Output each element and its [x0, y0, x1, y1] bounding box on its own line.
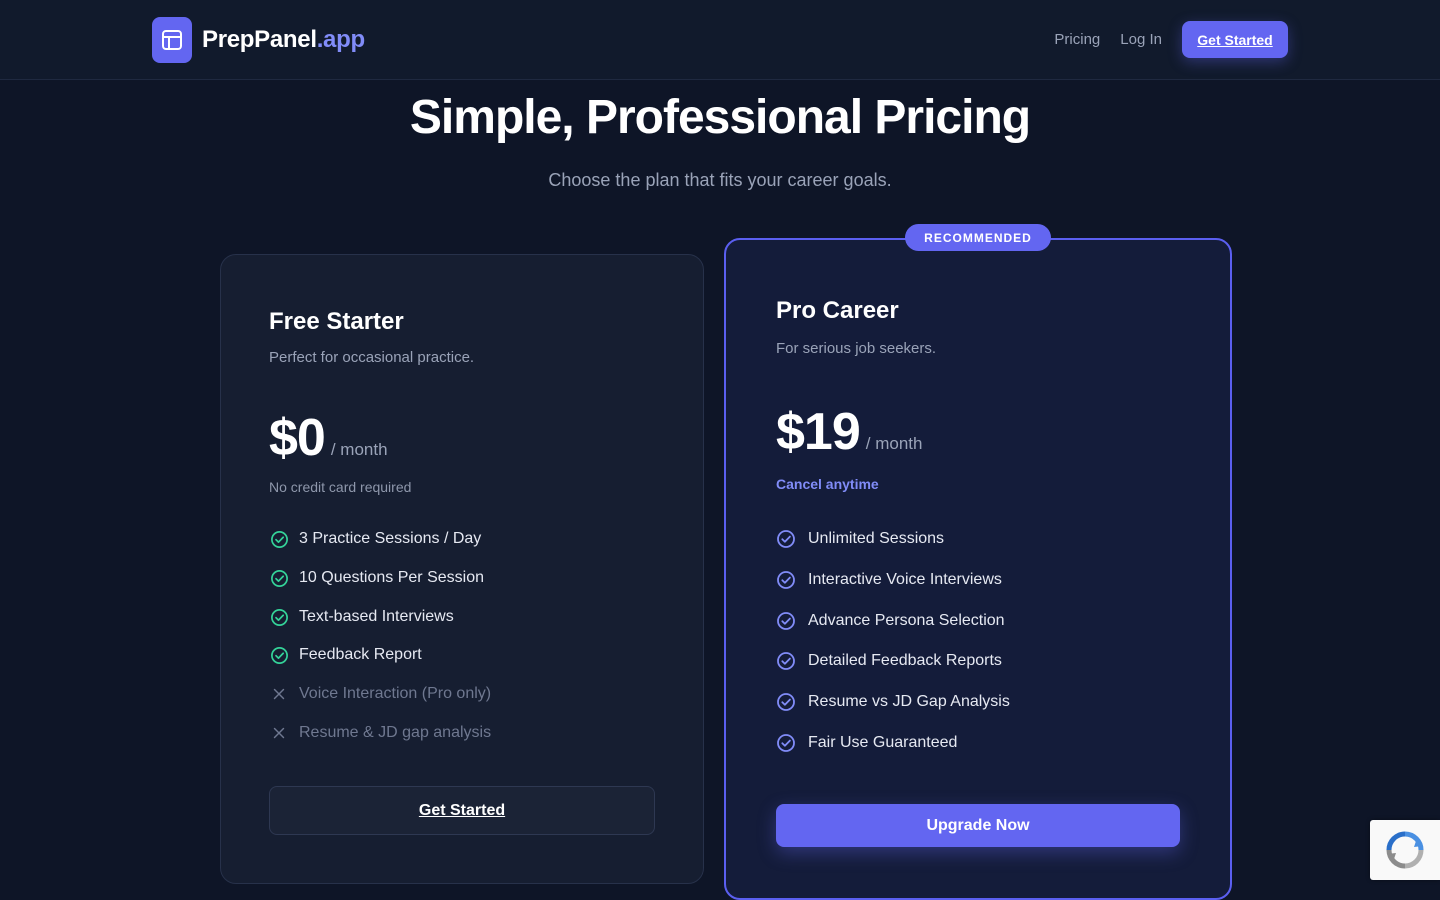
- recaptcha-badge[interactable]: [1370, 820, 1440, 880]
- check-circle-icon: [269, 645, 289, 665]
- plan-name-pro: Pro Career: [776, 297, 899, 324]
- top-navbar: PrepPanel.app Pricing Log In Get Started: [0, 0, 1440, 80]
- brand-logo[interactable]: PrepPanel.app: [152, 17, 365, 63]
- plan-period-pro: / month: [865, 434, 923, 453]
- plan-note-free: No credit card required: [269, 479, 412, 495]
- check-circle-icon: [776, 651, 796, 671]
- feature-label: 3 Practice Sessions / Day: [299, 530, 482, 547]
- check-circle-icon: [776, 692, 796, 712]
- price-row-free: $0 / month: [269, 408, 388, 468]
- check-circle-icon: [776, 529, 796, 549]
- feature-label: Resume vs JD Gap Analysis: [808, 693, 1010, 710]
- feature-item-free: Feedback Report: [269, 645, 422, 665]
- plan-description-free: Perfect for occasional practice.: [269, 349, 475, 366]
- feature-item-free: 3 Practice Sessions / Day: [269, 529, 481, 549]
- check-circle-icon: [776, 570, 796, 590]
- check-circle-icon: [269, 568, 289, 588]
- feature-label: Voice Interaction (Pro only): [299, 685, 492, 702]
- brand-name: PrepPanel.app: [202, 26, 365, 54]
- feature-item-pro: Unlimited Sessions: [776, 529, 944, 549]
- feature-item-pro: Advance Persona Selection: [776, 611, 1005, 631]
- nav-links: Pricing Log In Get Started: [1054, 21, 1288, 58]
- plan-price-free: $0: [269, 409, 326, 467]
- feature-label: Interactive Voice Interviews: [808, 571, 1002, 588]
- check-circle-icon: [776, 611, 796, 631]
- feature-label: Resume & JD gap analysis: [299, 724, 492, 741]
- x-icon: [269, 684, 289, 704]
- feature-item-free: Text-based Interviews: [269, 607, 454, 627]
- feature-label: 10 Questions Per Session: [299, 569, 484, 586]
- price-row-pro: $19 / month: [776, 402, 922, 462]
- plan-description-pro: For serious job seekers.: [776, 340, 937, 357]
- check-circle-icon: [776, 733, 796, 753]
- feature-label: Advance Persona Selection: [808, 612, 1005, 629]
- brand-name-main: PrepPanel: [202, 26, 317, 53]
- recaptcha-icon: [1386, 831, 1424, 869]
- layout-panel-icon: [152, 17, 192, 63]
- check-circle-icon: [269, 607, 289, 627]
- upgrade-now-button[interactable]: Upgrade Now: [776, 804, 1180, 847]
- plan-name-free: Free Starter: [269, 308, 404, 335]
- brand-name-suffix: .app: [316, 26, 365, 53]
- feature-item-pro: Interactive Voice Interviews: [776, 570, 1002, 590]
- plan-card-pro: [724, 238, 1232, 900]
- free-get-started-button[interactable]: Get Started: [269, 786, 655, 835]
- feature-label: Fair Use Guaranteed: [808, 734, 958, 751]
- check-circle-icon: [269, 529, 289, 549]
- feature-item-pro: Fair Use Guaranteed: [776, 733, 957, 753]
- feature-item-pro: Resume vs JD Gap Analysis: [776, 692, 1010, 712]
- plan-period-free: / month: [330, 440, 388, 459]
- x-icon: [269, 723, 289, 743]
- recommended-badge: RECOMMENDED: [905, 224, 1051, 251]
- nav-login-link[interactable]: Log In: [1120, 31, 1162, 48]
- feature-label: Unlimited Sessions: [808, 530, 945, 547]
- page-subtitle: Choose the plan that fits your career go…: [548, 170, 892, 190]
- feature-item-free-excluded: Resume & JD gap analysis: [269, 723, 491, 743]
- plan-note-pro: Cancel anytime: [776, 476, 879, 492]
- feature-item-free: 10 Questions Per Session: [269, 568, 484, 588]
- plan-price-pro: $19: [776, 403, 861, 461]
- page-title: Simple, Professional Pricing: [409, 91, 1031, 144]
- nav-pricing-link[interactable]: Pricing: [1054, 31, 1100, 48]
- feature-item-free-excluded: Voice Interaction (Pro only): [269, 684, 491, 704]
- feature-item-pro: Detailed Feedback Reports: [776, 651, 1002, 671]
- nav-get-started-button[interactable]: Get Started: [1182, 21, 1288, 58]
- feature-label: Feedback Report: [299, 646, 422, 663]
- feature-label: Text-based Interviews: [299, 608, 454, 625]
- feature-label: Detailed Feedback Reports: [808, 652, 1002, 669]
